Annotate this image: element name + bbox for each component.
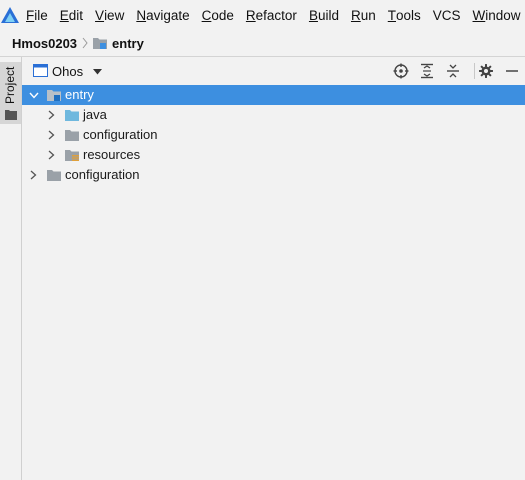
chevron-right-icon[interactable] [45, 129, 57, 141]
window-view-icon [33, 63, 48, 80]
menu-mnemonic: C [201, 7, 212, 23]
menu-mnemonic: E [59, 7, 69, 23]
menu-label: iew [104, 7, 125, 23]
menu-label: un [360, 7, 376, 23]
tree-row-java[interactable]: java [22, 105, 525, 125]
menu-label: ile [34, 7, 48, 23]
tree-item-label: configuration [83, 127, 158, 142]
tree-row-resources[interactable]: resources [22, 145, 525, 165]
view-selector-label: Ohos [52, 64, 84, 79]
breadcrumb-project[interactable]: Hmos0203 [12, 36, 77, 51]
menu-label: indow [485, 7, 521, 23]
menu-build[interactable]: Build [303, 0, 345, 30]
menu-navigate[interactable]: Navigate [130, 0, 195, 30]
menu-mnemonic: F [26, 7, 35, 23]
tree-item-label: java [83, 107, 107, 122]
menu-mnemonic: V [95, 7, 105, 23]
module-folder-icon [92, 36, 108, 50]
menu-file[interactable]: File [20, 0, 54, 30]
menu-label: dit [68, 7, 84, 23]
tree-item-label: entry [65, 87, 94, 102]
project-tab-label: Project [3, 66, 17, 104]
chevron-right-icon[interactable] [27, 169, 39, 181]
module-folder-icon [46, 88, 62, 102]
minimize-icon[interactable] [503, 62, 521, 80]
source-folder-icon [64, 108, 80, 122]
menu-refactor[interactable]: Refactor [240, 0, 303, 30]
menu-vcs[interactable]: VCS [427, 0, 467, 30]
chevron-down-icon [93, 68, 103, 75]
chevron-right-icon[interactable] [45, 109, 57, 121]
menu-mnemonic: R [245, 7, 256, 23]
menu-label: avigate [146, 7, 190, 23]
menu-code[interactable]: Code [196, 0, 240, 30]
panel-toolbar: Ohos [22, 57, 525, 85]
tree-item-label: configuration [65, 167, 140, 182]
menu-label: ools [396, 7, 421, 23]
breadcrumb: Hmos0203 entry [0, 30, 525, 57]
locate-target-icon[interactable] [392, 62, 410, 80]
chevron-right-icon [82, 37, 88, 49]
menu-mnemonic: N [136, 7, 147, 23]
collapse-all-icon[interactable] [444, 62, 462, 80]
folder-icon [46, 168, 62, 182]
menu-view[interactable]: View [89, 0, 130, 30]
chevron-down-icon[interactable] [28, 89, 40, 101]
folder-icon [5, 108, 17, 123]
expand-all-icon[interactable] [418, 62, 436, 80]
folder-icon [64, 128, 80, 142]
tree-item-label: resources [83, 147, 141, 162]
tree-row-configuration-root[interactable]: configuration [22, 165, 525, 185]
view-selector-dropdown[interactable]: Ohos [33, 63, 103, 80]
tree-row-configuration[interactable]: configuration [22, 125, 525, 145]
menu-edit[interactable]: Edit [54, 0, 89, 30]
menu-label: uild [317, 7, 339, 23]
menu-mnemonic: W [472, 7, 486, 23]
menu-bar: File Edit View Navigate Code Refactor Bu… [0, 0, 525, 30]
menu-mnemonic: T [387, 7, 396, 23]
chevron-right-icon[interactable] [45, 149, 57, 161]
project-panel: Ohos entry java configuration resources … [22, 57, 525, 480]
menu-window[interactable]: Window [467, 0, 525, 30]
menu-mnemonic: R [350, 7, 361, 23]
toolbar-divider [474, 63, 475, 79]
menu-run[interactable]: Run [345, 0, 382, 30]
tree-row-entry[interactable]: entry [22, 85, 525, 105]
breadcrumb-module[interactable]: entry [112, 36, 144, 51]
project-tree: entry java configuration resources confi… [22, 85, 525, 185]
menu-label: efactor [255, 7, 297, 23]
gear-icon[interactable] [477, 62, 495, 80]
app-logo-icon [0, 0, 20, 30]
resources-folder-icon [64, 148, 80, 162]
menu-label: VCS [432, 7, 461, 23]
menu-mnemonic: B [308, 7, 318, 23]
menu-tools[interactable]: Tools [382, 0, 427, 30]
menu-label: ode [211, 7, 234, 23]
